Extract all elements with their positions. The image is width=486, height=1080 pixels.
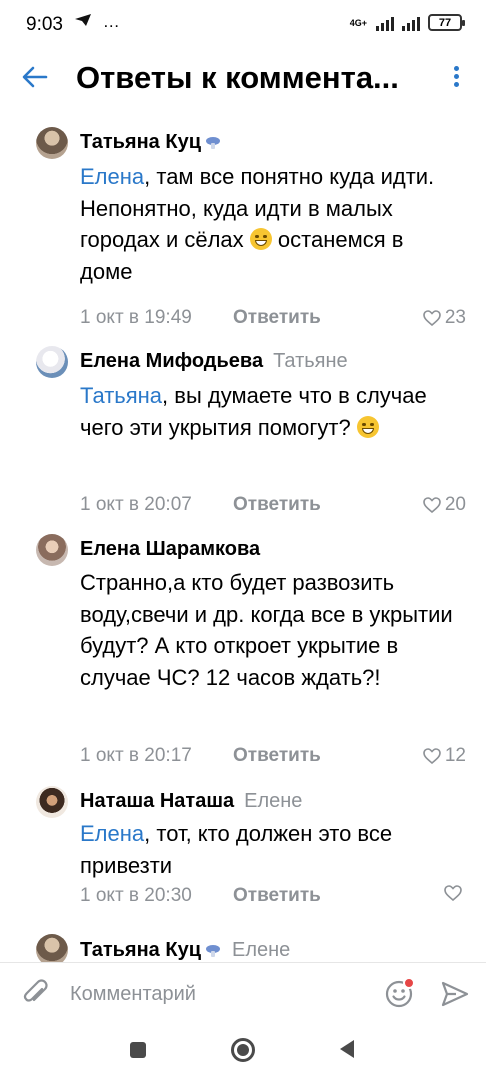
status-notifications: … xyxy=(74,12,126,32)
avatar[interactable] xyxy=(36,534,68,566)
signal-strength-icon-2 xyxy=(402,15,420,31)
home-circle-icon[interactable] xyxy=(231,1038,255,1062)
comments-list: Татьяна Куц Елена, там все понятно куда … xyxy=(0,112,486,962)
reply-button[interactable]: Ответить xyxy=(233,494,321,516)
more-notifications-icon: … xyxy=(102,12,120,31)
reply-to-label[interactable]: Елене xyxy=(244,790,302,812)
comment-date: 1 окт в 20:07 xyxy=(80,494,192,515)
recents-square-icon[interactable] xyxy=(130,1042,146,1058)
avatar[interactable] xyxy=(36,346,68,378)
heart-icon xyxy=(423,748,441,764)
comment-text: Елена, там все понятно куда идти. Непоня… xyxy=(80,161,460,287)
send-button[interactable] xyxy=(440,980,470,1008)
comment-author[interactable]: Елена Шарамкова xyxy=(80,538,260,560)
battery-level: 77 xyxy=(438,16,452,29)
comment-date: 1 окт в 20:30 xyxy=(80,885,192,906)
back-button[interactable] xyxy=(18,60,52,94)
like-button[interactable]: 20 xyxy=(423,494,466,516)
network-type-label: 4G+ xyxy=(349,17,367,28)
reply-to-label[interactable]: Елене xyxy=(232,939,290,961)
comment-author[interactable]: Наташа Наташа xyxy=(80,790,234,812)
heart-icon xyxy=(423,310,441,326)
comment-meta: 1 окт в 19:49 Ответить 23 xyxy=(80,307,466,333)
rolling-laughing-emoji-icon xyxy=(249,228,272,250)
like-count: 23 xyxy=(444,307,466,328)
grinning-emoji-icon xyxy=(356,415,379,438)
mushroom-badge-icon xyxy=(206,136,220,149)
reply-button[interactable]: Ответить xyxy=(233,885,321,907)
mushroom-badge-icon xyxy=(206,944,220,957)
comment-text: Елена, тот, кто должен это все привезти xyxy=(80,818,460,881)
system-nav-bar xyxy=(0,1024,486,1080)
like-count: 20 xyxy=(444,494,466,515)
avatar[interactable] xyxy=(36,127,68,159)
comment-body: Странно,а кто будет развозить воду,свечи… xyxy=(80,570,453,690)
comment-date: 1 окт в 19:49 xyxy=(80,307,192,328)
comment-author[interactable]: Елена Мифодьева xyxy=(80,350,263,372)
comment-meta: 1 окт в 20:07 Ответить 20 xyxy=(80,494,466,520)
comment-input-bar xyxy=(0,962,486,1024)
comment-input[interactable] xyxy=(70,979,370,1009)
reply-to-label[interactable]: Татьяне xyxy=(273,350,348,372)
heart-icon xyxy=(444,885,462,901)
signal-strength-icon xyxy=(376,15,394,31)
more-options-button[interactable] xyxy=(446,64,466,92)
comment-meta: 1 окт в 20:30 Ответить xyxy=(80,885,466,911)
comment-mention[interactable]: Елена xyxy=(80,164,144,189)
battery-icon: 77 xyxy=(428,14,465,31)
status-time: 9:03 xyxy=(26,14,63,35)
comment-text: Татьяна, вы думаете что в случае чего эт… xyxy=(80,380,460,443)
comment-mention[interactable]: Татьяна xyxy=(80,383,162,408)
status-right: 4G+ 77 xyxy=(349,14,465,31)
telegram-send-icon xyxy=(74,12,97,31)
smiley-icon xyxy=(385,977,415,1008)
comment-author[interactable]: Татьяна Куц xyxy=(80,939,201,961)
app-header: Ответы к коммента... xyxy=(0,50,486,112)
like-button[interactable] xyxy=(444,885,466,901)
avatar[interactable] xyxy=(36,934,68,962)
comment-date: 1 окт в 20:17 xyxy=(80,745,192,766)
avatar[interactable] xyxy=(36,786,68,818)
emoji-button[interactable] xyxy=(384,977,416,1009)
comment-author[interactable]: Татьяна Куц xyxy=(80,131,201,153)
comment-mention[interactable]: Елена xyxy=(80,821,144,846)
back-triangle-icon[interactable] xyxy=(340,1040,354,1058)
page-title: Ответы к коммента... xyxy=(76,60,399,95)
arrow-left-icon xyxy=(22,66,48,88)
comment-text: Странно,а кто будет развозить воду,свечи… xyxy=(80,567,460,693)
comment-meta: 1 окт в 20:17 Ответить 12 xyxy=(80,745,466,771)
heart-icon xyxy=(423,497,441,513)
status-bar: 9:03 … 4G+ 77 xyxy=(0,0,486,50)
send-arrow-icon xyxy=(441,981,469,1007)
like-button[interactable]: 23 xyxy=(423,307,466,329)
reply-button[interactable]: Ответить xyxy=(233,307,321,329)
paperclip-icon[interactable] xyxy=(22,979,50,1009)
reply-button[interactable]: Ответить xyxy=(233,745,321,767)
vertical-dots-icon xyxy=(453,66,459,71)
like-button[interactable]: 12 xyxy=(423,745,466,767)
like-count: 12 xyxy=(444,745,466,766)
